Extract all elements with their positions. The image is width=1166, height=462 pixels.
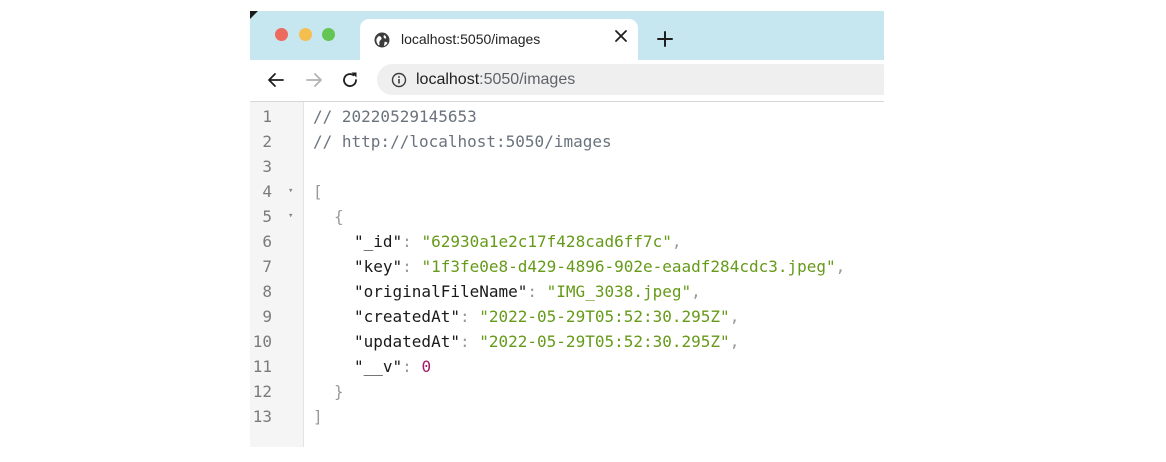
address-url: localhost:5050/images (416, 71, 575, 89)
code-line: 7 "key": "1f3fe0e8-d429-4896-902e-eaadf2… (250, 254, 884, 279)
reload-icon[interactable] (340, 70, 360, 90)
object-close-brace: } (334, 382, 344, 401)
info-icon[interactable] (391, 72, 407, 88)
line-number: 5 (262, 207, 272, 226)
line-number: 11 (252, 357, 272, 376)
arrow-left-icon[interactable] (266, 70, 286, 90)
code-line: 4 ▾ [ (250, 179, 884, 204)
line-number: 7 (262, 257, 272, 276)
line-number: 1 (262, 107, 272, 126)
code-line: 8 "originalFileName": "IMG_3038.jpeg", (250, 279, 884, 304)
address-bar[interactable]: localhost:5050/images (377, 64, 884, 95)
json-key: "createdAt" (354, 307, 460, 326)
code-line: 1 // 20220529145653 (250, 104, 884, 129)
code-line: 9 "createdAt": "2022-05-29T05:52:30.295Z… (250, 304, 884, 329)
code-line: 12 } (250, 379, 884, 404)
arrow-right-icon[interactable] (304, 70, 324, 90)
json-key: "originalFileName" (354, 282, 528, 301)
line-number: 4 (262, 182, 272, 201)
line-number: 6 (262, 232, 272, 251)
json-number-value: 0 (421, 357, 432, 376)
line-number: 9 (262, 307, 272, 326)
json-key: "__v" (354, 357, 403, 376)
globe-icon (374, 32, 390, 48)
url-path: :5050/images (479, 71, 576, 88)
code-line: 11 "__v": 0 (250, 354, 884, 379)
code-line: 10 "updatedAt": "2022-05-29T05:52:30.295… (250, 329, 884, 354)
object-open-brace: { (334, 207, 344, 226)
code-line: 5 ▾ { (250, 204, 884, 229)
code-line: 2 // http://localhost:5050/images (250, 129, 884, 154)
json-key: "_id" (354, 232, 403, 251)
fold-toggle[interactable]: ▾ (288, 204, 293, 229)
json-viewer: 1 // 20220529145653 2 // http://localhos… (250, 102, 884, 447)
line-number: 3 (262, 157, 272, 176)
code-line: 13 ] (250, 404, 884, 429)
tab-active[interactable]: localhost:5050/images (360, 19, 638, 60)
fold-toggle[interactable]: ▾ (288, 179, 293, 204)
code-line: 3 (250, 154, 884, 179)
minimize-window-button[interactable] (299, 28, 312, 41)
json-string-value: "2022-05-29T05:52:30.295Z" (479, 332, 730, 351)
close-icon[interactable] (614, 29, 628, 43)
line-number: 10 (252, 332, 272, 351)
url-host: localhost (416, 71, 480, 88)
maximize-window-button[interactable] (322, 28, 335, 41)
tab-strip: localhost:5050/images (250, 11, 884, 60)
navigation-toolbar: localhost:5050/images (250, 60, 884, 102)
plus-icon[interactable] (656, 30, 674, 48)
line-number: 2 (262, 132, 272, 151)
line-number: 12 (252, 382, 272, 401)
line-number: 8 (262, 282, 272, 301)
browser-window: localhost:5050/images localhost:5050/ima… (250, 11, 884, 447)
json-key: "key" (354, 257, 403, 276)
tab-title: localhost:5050/images (401, 31, 541, 47)
window-corner (250, 11, 258, 19)
comment-timestamp: // 20220529145653 (313, 107, 477, 126)
json-string-value: "62930a1e2c17f428cad6ff7c" (421, 232, 672, 251)
close-window-button[interactable] (275, 28, 288, 41)
json-string-value: "IMG_3038.jpeg" (546, 282, 692, 301)
array-open-bracket: [ (313, 182, 323, 201)
line-number: 13 (252, 407, 272, 426)
code-line: 6 "_id": "62930a1e2c17f428cad6ff7c", (250, 229, 884, 254)
json-string-value: "1f3fe0e8-d429-4896-902e-eaadf284cdc3.jp… (421, 257, 836, 276)
array-close-bracket: ] (313, 407, 323, 426)
json-string-value: "2022-05-29T05:52:30.295Z" (479, 307, 730, 326)
json-key: "updatedAt" (354, 332, 460, 351)
comment-url: // http://localhost:5050/images (313, 132, 612, 151)
